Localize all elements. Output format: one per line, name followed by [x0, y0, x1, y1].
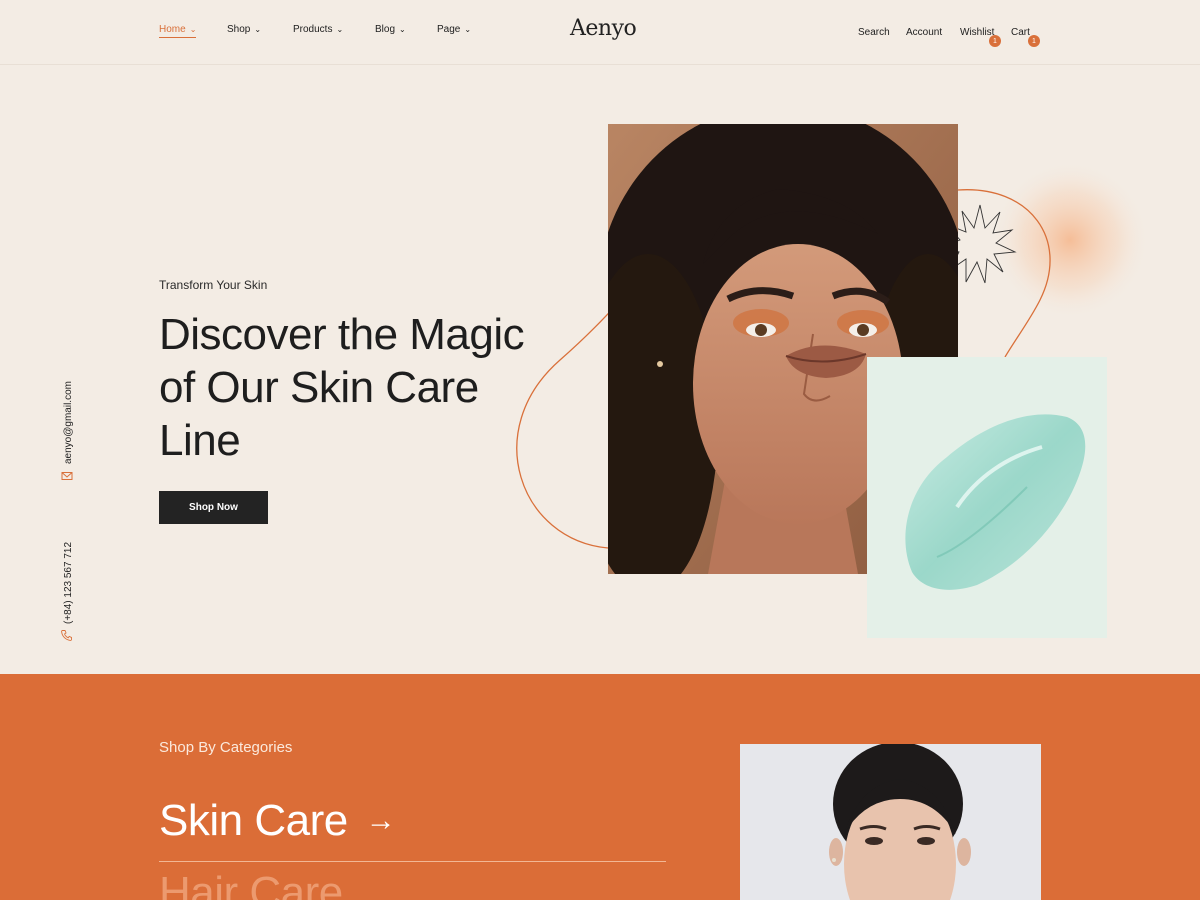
cart-count-badge: 1 [1028, 35, 1040, 47]
chevron-down-icon: ⌄ [336, 25, 344, 34]
chevron-down-icon: ⌄ [464, 25, 472, 34]
cart-label: Cart [1011, 27, 1030, 38]
gel-swatch-image [867, 357, 1107, 638]
nav-item-label: Products [293, 24, 333, 35]
side-email-contact[interactable]: aenyo@gmail.com [50, 378, 86, 488]
chevron-down-icon: ⌄ [189, 25, 197, 34]
hero-title: Discover the Magic of Our Skin Care Line [159, 308, 579, 467]
phone-text: (+84) 123 567 712 [63, 541, 74, 624]
nav-item-home[interactable]: Home ⌄ [159, 24, 197, 38]
mail-icon [61, 472, 73, 480]
search-link[interactable]: Search [858, 27, 890, 38]
phone-icon [61, 630, 72, 641]
wishlist-count-badge: 1 [989, 35, 1001, 47]
category-model-image [740, 744, 1041, 900]
category-link-skin-care[interactable]: Skin Care → [159, 796, 396, 846]
orange-arc-right [957, 189, 1051, 358]
hero-title-line: of Our Skin Care [159, 363, 479, 412]
cart-link[interactable]: Cart [1011, 27, 1030, 38]
hero-title-line: Discover the Magic [159, 310, 525, 359]
nav-item-products[interactable]: Products ⌄ [293, 24, 343, 35]
nav-item-label: Shop [227, 24, 251, 35]
categories-heading: Shop By Categories [159, 739, 293, 756]
account-link[interactable]: Account [906, 27, 942, 38]
category-link-hair-care[interactable]: Hair Care [159, 868, 343, 900]
nav-item-label: Home [159, 24, 186, 35]
nav-item-page[interactable]: Page ⌄ [437, 24, 471, 35]
categories-section: Shop By Categories Skin Care → Hair Care [0, 674, 1200, 900]
category-label: Skin Care [159, 796, 348, 845]
side-phone-contact[interactable]: (+84) 123 567 712 [50, 540, 86, 645]
hero-title-line: Line [159, 416, 241, 465]
nav-item-shop[interactable]: Shop ⌄ [227, 24, 261, 35]
email-text: aenyo@gmail.com [63, 381, 74, 464]
orange-glow [990, 160, 1150, 320]
brand-logo[interactable]: Aenyo [570, 16, 637, 41]
shop-now-button[interactable]: Shop Now [159, 491, 268, 524]
nav-item-label: Page [437, 24, 461, 35]
nav-item-blog[interactable]: Blog ⌄ [375, 24, 406, 35]
site-header: Home ⌄ Shop ⌄ Products ⌄ Blog ⌄ Page ⌄ A… [0, 0, 1200, 65]
hero-subtitle: Transform Your Skin [159, 278, 268, 292]
nav-item-label: Blog [375, 24, 396, 35]
chevron-down-icon: ⌄ [399, 25, 406, 34]
arrow-right-icon: → [365, 804, 396, 837]
category-divider [159, 861, 666, 862]
chevron-down-icon: ⌄ [254, 25, 262, 34]
